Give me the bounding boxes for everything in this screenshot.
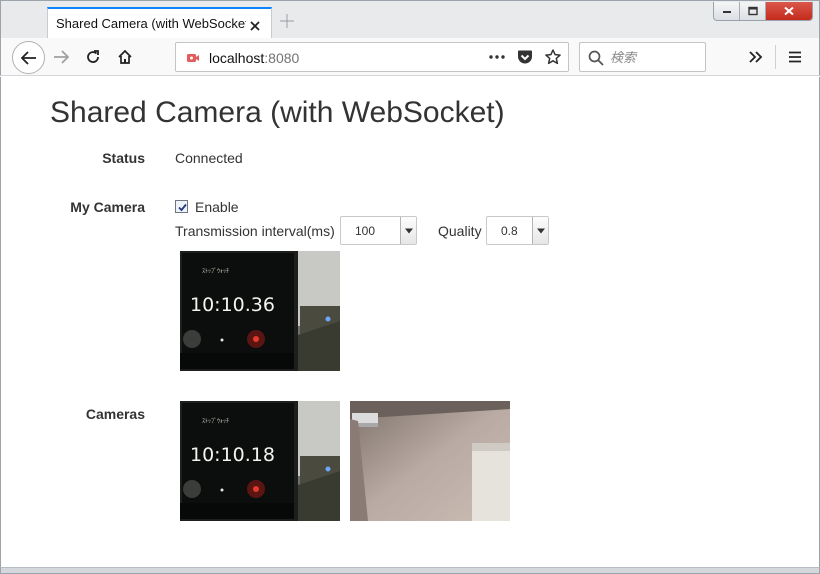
url-host: localhost xyxy=(209,50,265,66)
interval-label: Transmission interval(ms) xyxy=(175,223,335,239)
close-window-button[interactable] xyxy=(766,2,812,20)
camera-permission-icon[interactable] xyxy=(186,51,200,65)
reload-icon xyxy=(87,50,99,63)
new-tab-icon[interactable] xyxy=(279,13,295,29)
enable-label[interactable]: Enable xyxy=(195,199,239,215)
svg-text:ｽﾄｯﾌﾟｳｫｯﾁ: ｽﾄｯﾌﾟｳｫｯﾁ xyxy=(202,418,229,425)
window-controls xyxy=(713,2,813,21)
search-icon xyxy=(588,50,604,66)
forward-button[interactable] xyxy=(47,43,75,71)
hamburger-menu-button[interactable] xyxy=(782,43,808,71)
triangle-down-icon xyxy=(404,228,413,233)
toolbar-divider xyxy=(775,45,776,69)
navigation-toolbar: localhost:8080 xyxy=(0,38,820,76)
browser-tab[interactable]: Shared Camera (with WebSocket) xyxy=(47,7,272,40)
toolbar-overflow-button[interactable] xyxy=(743,43,769,71)
quality-select[interactable]: 0.8 xyxy=(486,216,549,245)
checkmark-icon xyxy=(178,203,187,212)
hamburger-icon xyxy=(789,51,801,63)
tab-close-icon[interactable] xyxy=(249,19,261,31)
page-title: Shared Camera (with WebSocket) xyxy=(50,96,505,129)
feed-1-clock-text: 10:10.18 xyxy=(190,444,275,466)
cameras-label: Cameras xyxy=(85,406,145,422)
back-button[interactable] xyxy=(12,41,45,74)
camera-feed-2 xyxy=(350,401,510,521)
search-bar[interactable] xyxy=(579,42,706,72)
window-bottom-border xyxy=(0,567,820,574)
maximize-button[interactable] xyxy=(740,2,766,20)
search-input[interactable] xyxy=(610,49,700,67)
enable-checkbox[interactable] xyxy=(175,200,188,213)
url-port: :8080 xyxy=(264,50,300,66)
bookmark-star-icon[interactable] xyxy=(544,48,562,66)
interval-select[interactable]: 100 xyxy=(340,216,417,245)
my-camera-preview: ｽﾄｯﾌﾟｳｫｯﾁ 10:10.36 xyxy=(180,251,340,371)
interval-dropdown-arrow[interactable] xyxy=(400,217,416,244)
my-camera-label: My Camera xyxy=(70,199,145,215)
status-label: Status xyxy=(102,150,145,166)
quality-dropdown-arrow[interactable] xyxy=(532,217,548,244)
pocket-icon[interactable] xyxy=(516,48,534,66)
page-actions-icon[interactable] xyxy=(488,48,506,66)
quality-select-value: 0.8 xyxy=(501,224,518,238)
camera-feed-1: ｽﾄｯﾌﾟｳｫｯﾁ 10:10.18 xyxy=(180,401,340,521)
tab-title: Shared Camera (with WebSocket) xyxy=(56,16,246,31)
reload-button[interactable] xyxy=(79,43,107,71)
minimize-button[interactable] xyxy=(714,2,740,20)
status-value: Connected xyxy=(175,150,243,166)
svg-text:ｽﾄｯﾌﾟｳｫｯﾁ: ｽﾄｯﾌﾟｳｫｯﾁ xyxy=(202,268,229,275)
url-text[interactable]: localhost:8080 xyxy=(209,50,299,66)
window-titlebar: Shared Camera (with WebSocket) xyxy=(0,0,820,40)
address-bar[interactable]: localhost:8080 xyxy=(175,42,569,72)
quality-label: Quality xyxy=(438,223,482,239)
forward-arrow-icon xyxy=(54,50,69,64)
back-arrow-icon xyxy=(20,50,36,65)
interval-select-value: 100 xyxy=(355,224,376,238)
preview-clock-text: 10:10.36 xyxy=(190,294,275,316)
triangle-down-icon xyxy=(536,228,545,233)
double-chevron-icon xyxy=(749,51,763,63)
home-button[interactable] xyxy=(111,43,139,71)
home-icon xyxy=(118,49,132,64)
